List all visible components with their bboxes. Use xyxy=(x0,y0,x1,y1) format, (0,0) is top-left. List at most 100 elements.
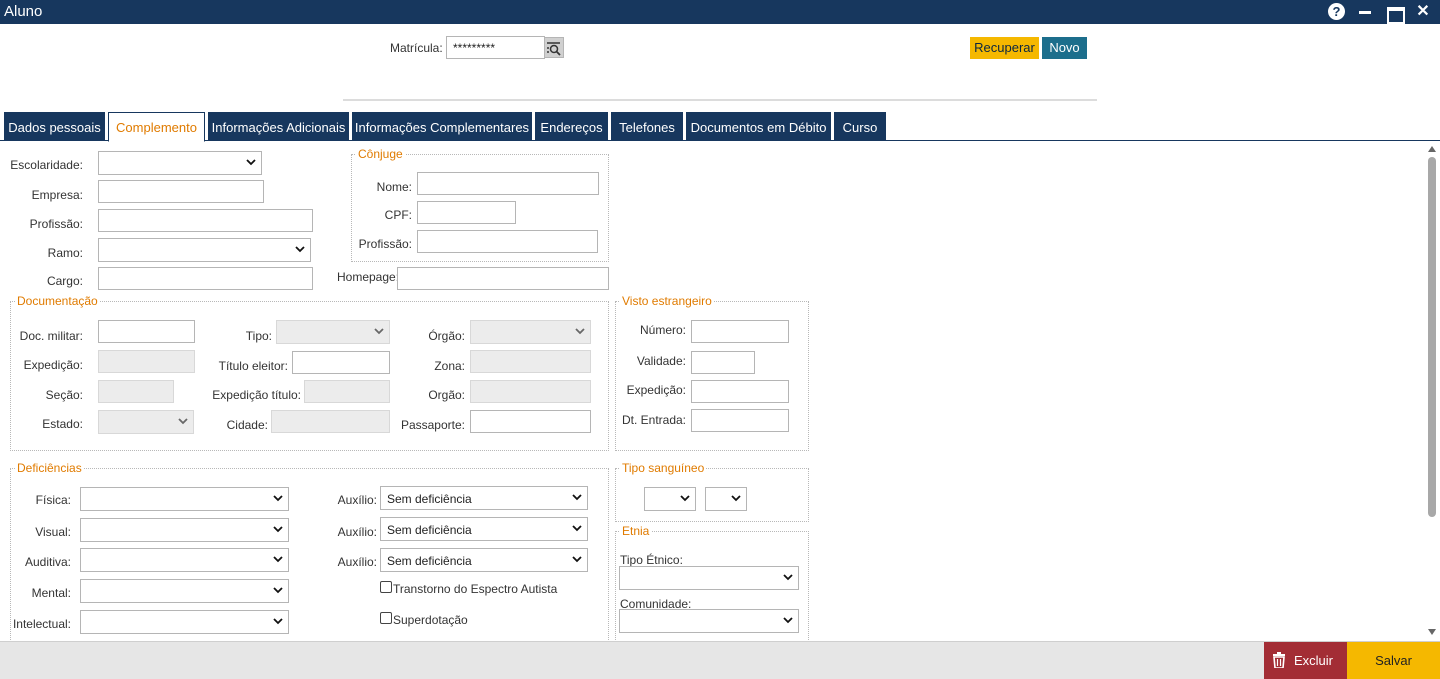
secao-input[interactable] xyxy=(98,380,174,403)
recuperar-button[interactable]: Recuperar xyxy=(970,37,1039,59)
tipo-sanguineo-select[interactable] xyxy=(644,487,696,511)
minimize-icon[interactable] xyxy=(1357,3,1375,21)
documentacao-legend: Documentação xyxy=(15,294,100,308)
orgao-titulo-input[interactable] xyxy=(470,380,591,403)
auxilio-fisica-value: Sem deficiência xyxy=(387,492,472,506)
conjuge-profissao-input[interactable] xyxy=(417,230,598,253)
tipo-label: Tipo: xyxy=(245,329,272,343)
auxilio-auditiva-select[interactable]: Sem deficiência xyxy=(380,548,588,572)
tab-informacoes-adicionais[interactable]: Informações Adicionais xyxy=(208,112,349,141)
ramo-select[interactable] xyxy=(98,238,311,262)
visto-dt-entrada-input[interactable] xyxy=(691,409,789,432)
maximize-icon[interactable] xyxy=(1386,3,1405,24)
empresa-label: Empresa: xyxy=(31,188,83,202)
visto-expedicao-input[interactable] xyxy=(691,380,789,403)
cidade-input[interactable] xyxy=(271,410,390,433)
scroll-down-icon[interactable] xyxy=(1428,629,1436,635)
salvar-button[interactable]: Salvar xyxy=(1347,642,1440,679)
chevron-down-icon xyxy=(295,246,305,253)
conjuge-cpf-input[interactable] xyxy=(417,201,516,224)
expedicao-titulo-input[interactable] xyxy=(304,380,390,403)
conjuge-cpf-label: CPF: xyxy=(384,208,412,222)
auditiva-select[interactable] xyxy=(80,548,289,572)
fisica-select[interactable] xyxy=(80,487,289,511)
estado-select[interactable] xyxy=(98,410,194,434)
tab-curso[interactable]: Curso xyxy=(834,112,886,141)
title-bar: Aluno ? ✕ xyxy=(0,0,1440,24)
fator-rh-select[interactable] xyxy=(705,487,747,511)
tab-complemento[interactable]: Complemento xyxy=(108,112,205,142)
doc-expedicao-label: Expedição: xyxy=(23,358,83,372)
zona-input[interactable] xyxy=(470,350,591,373)
doc-expedicao-input[interactable] xyxy=(98,350,195,373)
deficiencias-legend: Deficiências xyxy=(15,461,84,475)
tab-informacoes-complementares[interactable]: Informações Complementares xyxy=(352,112,532,141)
doc-militar-input[interactable] xyxy=(98,320,195,343)
search-list-icon xyxy=(547,42,561,56)
chevron-down-icon xyxy=(783,574,793,581)
tipo-etnico-select[interactable] xyxy=(619,566,799,590)
tipo-etnico-label: Tipo Étnico: xyxy=(620,553,683,567)
visto-legend: Visto estrangeiro xyxy=(620,294,714,308)
homepage-input[interactable] xyxy=(397,267,609,290)
visto-validade-input[interactable] xyxy=(691,351,755,374)
auxilio-visual-value: Sem deficiência xyxy=(387,523,472,537)
auxilio-visual-label: Auxílio: xyxy=(337,525,377,539)
homepage-label: Homepage: xyxy=(337,270,400,284)
auditiva-label: Auditiva: xyxy=(24,555,71,569)
tea-checkbox[interactable] xyxy=(380,581,392,593)
auxilio-fisica-select[interactable]: Sem deficiência xyxy=(380,486,588,510)
visto-numero-input[interactable] xyxy=(691,320,789,343)
conjuge-nome-input[interactable] xyxy=(417,172,599,195)
chevron-down-icon xyxy=(575,328,585,335)
passaporte-input[interactable] xyxy=(470,410,591,433)
scroll-thumb[interactable] xyxy=(1428,157,1436,517)
tipo-select[interactable] xyxy=(276,320,390,344)
excluir-label: Excluir xyxy=(1294,653,1334,668)
empresa-input[interactable] xyxy=(98,180,264,203)
passaporte-label: Passaporte: xyxy=(400,418,465,432)
tab-enderecos[interactable]: Endereços xyxy=(535,112,608,141)
doc-militar-label: Doc. militar: xyxy=(19,329,83,343)
mental-select[interactable] xyxy=(80,579,289,603)
tab-telefones[interactable]: Telefones xyxy=(611,112,683,141)
chevron-down-icon xyxy=(273,526,283,533)
visual-select[interactable] xyxy=(80,518,289,542)
novo-button[interactable]: Novo xyxy=(1042,37,1087,59)
vertical-scrollbar[interactable] xyxy=(1424,141,1440,641)
cidade-label: Cidade: xyxy=(226,418,268,432)
chevron-down-icon xyxy=(273,495,283,502)
superdotacao-checkbox[interactable] xyxy=(380,612,392,624)
window-title: Aluno xyxy=(4,3,43,20)
scroll-up-icon[interactable] xyxy=(1428,146,1436,152)
comunidade-select[interactable] xyxy=(619,609,799,633)
expedicao-titulo-label: Expedição título: xyxy=(212,388,301,402)
help-icon[interactable]: ? xyxy=(1328,3,1345,20)
profissao-input[interactable] xyxy=(98,209,313,232)
escolaridade-select[interactable] xyxy=(98,151,262,175)
auxilio-visual-select[interactable]: Sem deficiência xyxy=(380,517,588,541)
visto-dt-entrada-label: Dt. Entrada: xyxy=(621,413,686,427)
superdotacao-label: Superdotação xyxy=(393,613,468,627)
tea-label: Transtorno do Espectro Autista xyxy=(393,582,558,596)
conjuge-nome-label: Nome: xyxy=(376,180,412,194)
trash-icon xyxy=(1273,652,1285,668)
chevron-down-icon xyxy=(783,617,793,624)
search-list-button[interactable] xyxy=(544,37,564,58)
chevron-down-icon xyxy=(273,556,283,563)
tab-dados-pessoais[interactable]: Dados pessoais xyxy=(4,112,105,141)
orgao-label: Órgão: xyxy=(428,329,465,343)
auxilio-fisica-label: Auxílio: xyxy=(337,493,377,507)
excluir-button[interactable]: Excluir xyxy=(1264,642,1347,679)
close-icon[interactable]: ✕ xyxy=(1414,3,1432,21)
orgao-select[interactable] xyxy=(470,320,591,344)
chevron-down-icon xyxy=(572,494,582,501)
tab-documentos-debito[interactable]: Documentos em Débito xyxy=(686,112,831,141)
intelectual-select[interactable] xyxy=(80,610,289,634)
titulo-eleitor-input[interactable] xyxy=(292,351,390,374)
cargo-input[interactable] xyxy=(98,267,313,290)
visto-expedicao-label: Expedição: xyxy=(626,383,686,397)
intelectual-label: Intelectual: xyxy=(12,617,71,631)
chevron-down-icon xyxy=(680,495,690,502)
matricula-input[interactable] xyxy=(446,36,545,59)
